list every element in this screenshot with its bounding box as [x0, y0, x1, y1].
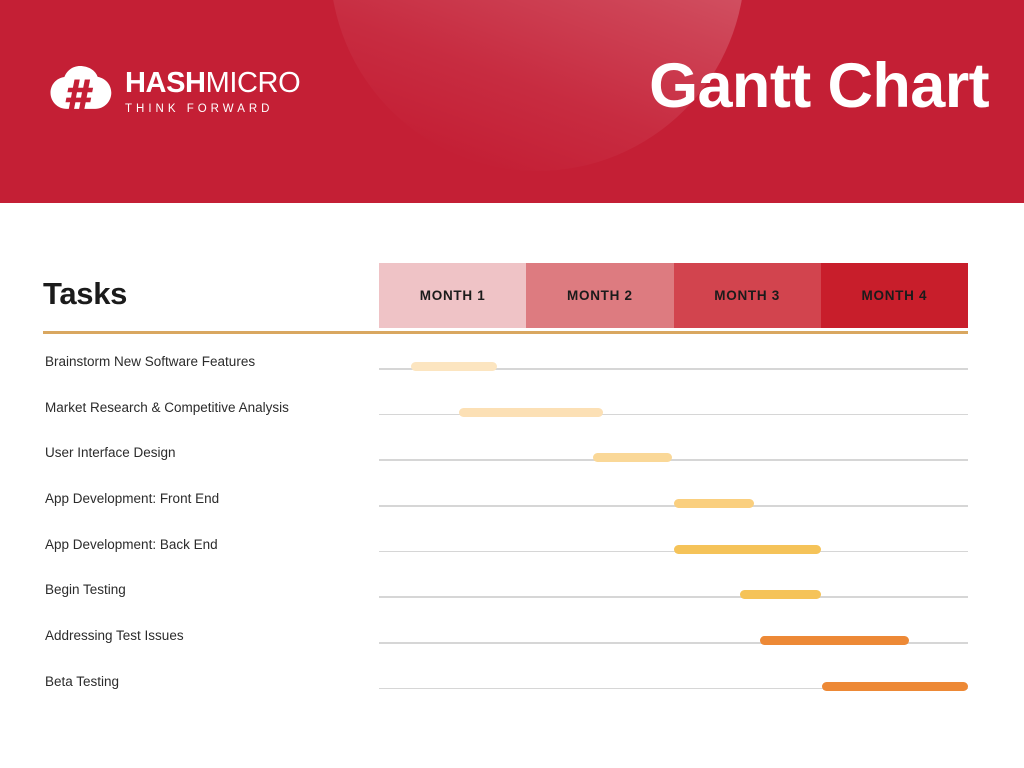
header-divider	[43, 331, 968, 334]
month-header-4[interactable]: MONTH 4	[820, 263, 968, 328]
month-header-strip: MONTH 1 MONTH 2 MONTH 3 MONTH 4	[379, 263, 968, 328]
task-row[interactable]: Begin Testing	[0, 571, 1024, 617]
gantt-bar[interactable]	[592, 453, 672, 463]
month-header-2[interactable]: MONTH 2	[526, 263, 674, 328]
task-row[interactable]: User Interface Design	[0, 434, 1024, 480]
cloud-hash-logo-icon	[50, 66, 112, 111]
task-row[interactable]: Beta Testing	[0, 663, 1024, 709]
task-label: Brainstorm New Software Features	[45, 354, 256, 369]
task-rows: Brainstorm New Software Features Market R…	[0, 343, 1024, 709]
logo-name: HASHMICRO	[125, 66, 301, 99]
task-label: Market Research & Competitive Analysis	[45, 399, 289, 415]
gantt-bar[interactable]	[411, 362, 497, 371]
gantt-bar[interactable]	[739, 590, 821, 600]
task-track-line	[379, 596, 968, 599]
page-header-banner: HASHMICRO THINK FORWARD Gantt Chart	[0, 0, 1024, 203]
task-row[interactable]: Brainstorm New Software Features	[0, 343, 1024, 389]
hashmicro-logo: HASHMICRO THINK FORWARD	[50, 64, 301, 120]
task-row[interactable]: Market Research & Competitive Analysis	[0, 389, 1024, 435]
logo-wordmark: HASHMICRO THINK FORWARD	[125, 66, 301, 116]
task-row[interactable]: App Development: Back End	[0, 526, 1024, 572]
logo-tagline: THINK FORWARD	[125, 103, 274, 116]
page-title: Gantt Chart	[649, 51, 990, 121]
gantt-bar[interactable]	[760, 636, 910, 646]
task-label: App Development: Front End	[45, 491, 220, 507]
logo-name-light: MICRO	[205, 66, 301, 99]
task-row[interactable]: Addressing Test Issues	[0, 617, 1024, 663]
gantt-bar[interactable]	[673, 544, 821, 554]
task-label: Addressing Test Issues	[45, 628, 184, 644]
task-row[interactable]: App Development: Front End	[0, 480, 1024, 526]
tasks-column-header: Tasks	[43, 276, 128, 311]
gantt-chart: Tasks MONTH 1 MONTH 2 MONTH 3 MONTH 4 Brain…	[0, 203, 1024, 768]
task-label: Begin Testing	[45, 582, 126, 598]
gantt-bar[interactable]	[673, 499, 755, 509]
logo-name-bold: HASH	[125, 66, 206, 99]
gantt-chart-page: HASHMICRO THINK FORWARD Gantt Chart Task…	[0, 0, 1024, 768]
task-label: App Development: Back End	[45, 536, 218, 552]
task-label: Beta Testing	[45, 673, 120, 689]
task-track-line	[379, 459, 968, 461]
gantt-bar[interactable]	[458, 407, 603, 417]
gantt-bar[interactable]	[822, 681, 968, 691]
task-label: User Interface Design	[45, 445, 176, 461]
month-header-1[interactable]: MONTH 1	[379, 263, 527, 328]
month-header-3[interactable]: MONTH 3	[673, 263, 821, 328]
